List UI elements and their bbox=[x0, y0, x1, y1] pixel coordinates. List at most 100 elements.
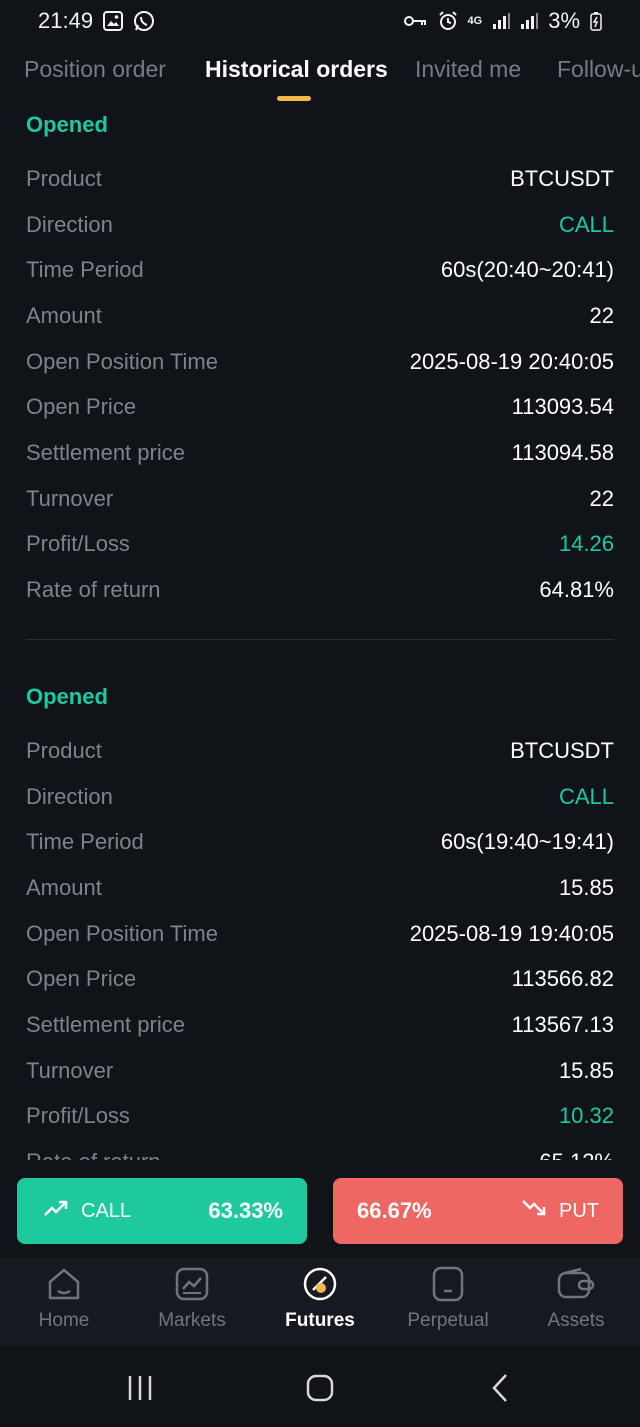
order-row-rate-of-return: Rate of return 65.12% bbox=[26, 1139, 614, 1160]
put-button-label: PUT bbox=[559, 1199, 599, 1222]
order-row-rate-of-return: Rate of return 64.81% bbox=[26, 567, 614, 613]
put-percent: 66.67% bbox=[357, 1198, 432, 1223]
row-label: Product bbox=[26, 166, 102, 191]
active-tab-indicator bbox=[277, 96, 311, 101]
call-button-side: CALL bbox=[43, 1199, 131, 1223]
tab-follow-up[interactable]: Follow-u bbox=[557, 56, 640, 83]
status-bar: 21:49 4G 3% bbox=[0, 0, 640, 42]
row-value: 60s(20:40~20:41) bbox=[440, 257, 614, 282]
order-row-open-price: Open Price 113566.82 bbox=[26, 956, 614, 1002]
order-row-direction: Direction CALL bbox=[26, 202, 614, 248]
assets-icon bbox=[557, 1264, 595, 1304]
nav-label: Home bbox=[38, 1310, 90, 1331]
call-button[interactable]: CALL 63.33% bbox=[17, 1178, 307, 1244]
nav-label: Futures bbox=[285, 1310, 355, 1331]
alarm-icon bbox=[438, 11, 458, 31]
trade-bar: CALL 63.33% 66.67% PUT bbox=[0, 1160, 640, 1258]
network-type-icon: 4G bbox=[467, 15, 483, 27]
row-value: 113094.58 bbox=[511, 440, 614, 465]
tab-invited-me[interactable]: Invited me bbox=[415, 56, 521, 83]
nav-item-assets[interactable]: Assets bbox=[512, 1258, 640, 1346]
order-status: Opened bbox=[26, 112, 108, 137]
row-value: 60s(19:40~19:41) bbox=[440, 829, 614, 854]
nav-item-futures[interactable]: Futures bbox=[256, 1258, 384, 1346]
recent-apps-icon[interactable] bbox=[120, 1368, 160, 1408]
order-row-open-position-time: Open Position Time 2025-08-19 19:40:05 bbox=[26, 911, 614, 957]
row-value: BTCUSDT bbox=[510, 738, 614, 763]
network-type-label: 4G bbox=[467, 15, 483, 27]
nav-label: Assets bbox=[547, 1310, 605, 1331]
futures-icon bbox=[302, 1264, 338, 1304]
nav-item-home[interactable]: Home bbox=[0, 1258, 128, 1346]
whatsapp-icon bbox=[133, 10, 155, 32]
row-label: Rate of return bbox=[26, 577, 161, 602]
row-label: Time Period bbox=[26, 257, 144, 282]
tab-position-order[interactable]: Position order bbox=[24, 56, 166, 83]
system-nav-bar bbox=[0, 1346, 640, 1427]
order-row-product: Product BTCUSDT bbox=[26, 156, 614, 202]
row-label: Open Price bbox=[26, 394, 137, 419]
row-label: Amount bbox=[26, 303, 102, 328]
call-button-label: CALL bbox=[81, 1199, 132, 1222]
order-row-open-price: Open Price 113093.54 bbox=[26, 384, 614, 430]
row-value: 113093.54 bbox=[511, 394, 614, 419]
back-icon[interactable] bbox=[480, 1368, 520, 1408]
row-label: Profit/Loss bbox=[26, 1103, 130, 1128]
row-label: Open Price bbox=[26, 966, 137, 991]
tab-historical-orders[interactable]: Historical orders bbox=[205, 56, 388, 83]
row-label: Direction bbox=[26, 784, 113, 809]
nav-item-markets[interactable]: Markets bbox=[128, 1258, 256, 1346]
battery-percent: 3% bbox=[548, 8, 580, 33]
order-row-profit-loss: Profit/Loss 10.32 bbox=[26, 1093, 614, 1139]
order-row-settlement-price: Settlement price 113567.13 bbox=[26, 1002, 614, 1048]
row-label: Turnover bbox=[26, 486, 114, 511]
order-row-turnover: Turnover 22 bbox=[26, 476, 614, 522]
call-percent: 63.33% bbox=[208, 1198, 283, 1223]
signal-icon-2 bbox=[520, 12, 539, 30]
row-label: Profit/Loss bbox=[26, 531, 130, 556]
row-value: 113566.82 bbox=[511, 966, 614, 991]
row-value: CALL bbox=[558, 784, 614, 809]
nav-label: Perpetual bbox=[407, 1310, 489, 1331]
row-value: 10.32 bbox=[558, 1103, 614, 1128]
order-row-open-position-time: Open Position Time 2025-08-19 20:40:05 bbox=[26, 339, 614, 385]
row-value: 15.85 bbox=[558, 1058, 614, 1083]
put-button-side: PUT bbox=[521, 1199, 599, 1223]
row-value: 113567.13 bbox=[511, 1012, 614, 1037]
trending-up-icon bbox=[43, 1199, 69, 1223]
row-label: Rate of return bbox=[26, 1149, 161, 1160]
order-row-profit-loss: Profit/Loss 14.26 bbox=[26, 521, 614, 567]
row-value: 65.12% bbox=[539, 1149, 614, 1160]
row-value: 15.85 bbox=[558, 875, 614, 900]
order-row-time-period: Time Period 60s(19:40~19:41) bbox=[26, 819, 614, 865]
home-icon bbox=[46, 1264, 82, 1304]
screen: 21:49 4G 3% Position order Historical or… bbox=[0, 0, 640, 1427]
order-row-turnover: Turnover 15.85 bbox=[26, 1048, 614, 1094]
signal-icon bbox=[492, 12, 511, 30]
nav-label: Markets bbox=[158, 1310, 226, 1331]
order-row-direction: Direction CALL bbox=[26, 774, 614, 820]
order-divider bbox=[26, 639, 614, 640]
row-label: Amount bbox=[26, 875, 102, 900]
put-button[interactable]: 66.67% PUT bbox=[333, 1178, 623, 1244]
orders-list[interactable]: Opened Product BTCUSDT Direction CALL Ti… bbox=[0, 104, 640, 1160]
vpn-key-icon bbox=[403, 14, 428, 28]
battery-icon bbox=[590, 11, 602, 31]
row-value: 14.26 bbox=[558, 531, 614, 556]
row-value: 22 bbox=[589, 303, 614, 328]
order-row-time-period: Time Period 60s(20:40~20:41) bbox=[26, 247, 614, 293]
row-label: Settlement price bbox=[26, 1012, 185, 1037]
trending-down-icon bbox=[521, 1199, 547, 1223]
bottom-nav: Home Markets Futures Perpetual Assets bbox=[0, 1258, 640, 1346]
order-row-settlement-price: Settlement price 113094.58 bbox=[26, 430, 614, 476]
home-button-icon[interactable] bbox=[300, 1368, 340, 1408]
order-row-amount: Amount 22 bbox=[26, 293, 614, 339]
order-tabs: Position order Historical orders Invited… bbox=[0, 42, 640, 104]
nav-item-perpetual[interactable]: Perpetual bbox=[384, 1258, 512, 1346]
order-status: Opened bbox=[26, 684, 108, 709]
row-value: CALL bbox=[558, 212, 614, 237]
row-value: 2025-08-19 20:40:05 bbox=[409, 349, 614, 374]
row-label: Open Position Time bbox=[26, 921, 218, 946]
row-label: Direction bbox=[26, 212, 113, 237]
status-time: 21:49 bbox=[38, 8, 94, 33]
